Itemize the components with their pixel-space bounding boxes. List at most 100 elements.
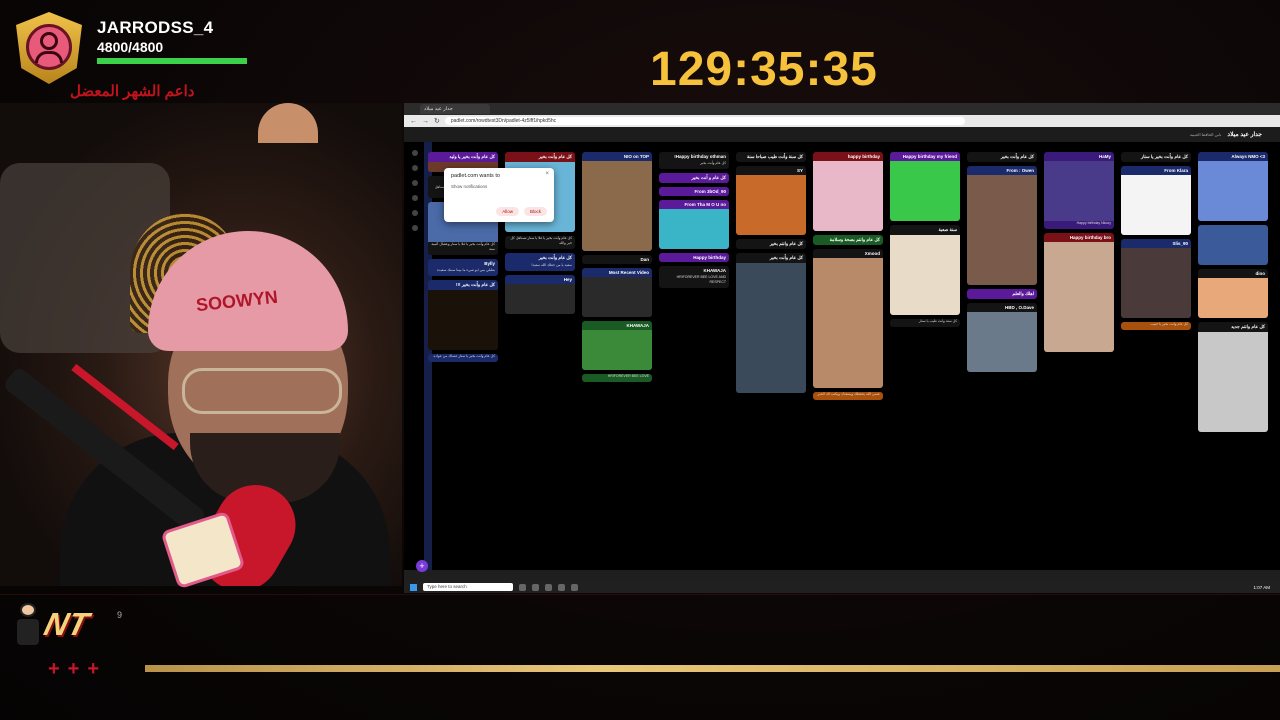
rail-icon[interactable] bbox=[412, 210, 418, 216]
app-icon[interactable] bbox=[532, 583, 539, 591]
post-title: Always NMO <3 bbox=[1231, 154, 1265, 159]
glasses bbox=[182, 368, 342, 414]
rail-icon[interactable] bbox=[412, 225, 418, 231]
post-card[interactable]: happy birthday bbox=[813, 152, 883, 231]
post-text: عسى الله يحفظك ويسعدك ويكتب لك الخير bbox=[817, 392, 880, 396]
browser-window: جدار عيد ميلاد ← → ↻ padlet.com/rowdtest… bbox=[404, 103, 1280, 593]
post-title: كل عام وأنت بخير bbox=[1000, 154, 1034, 159]
post-card[interactable]: dino bbox=[1198, 269, 1268, 318]
post-card[interactable]: كل عام وأنت بخير bbox=[736, 253, 806, 393]
post-title: كل سنة وأنت طيب صباحا سنة bbox=[746, 154, 803, 159]
post-card[interactable]: كل عام وأنت بخير !!! bbox=[428, 280, 498, 350]
post-card[interactable]: كل سنة وانت طيب يا ستار bbox=[890, 319, 960, 327]
post-card[interactable]: سنة صعبة bbox=[890, 225, 960, 315]
post-card[interactable]: كل عام وأنت بخير سعيد يا من جعلك الله سعي… bbox=[505, 253, 575, 271]
post-column: Happy birthday my friend سنة صعبة كل سنة و… bbox=[890, 152, 960, 331]
clock: 1:07 AM bbox=[1253, 584, 1270, 590]
mascot-icon bbox=[14, 603, 44, 663]
browser-tab[interactable]: جدار عيد ميلاد bbox=[420, 104, 490, 114]
post-card[interactable]: HaMy Happy birthday Nkooy bbox=[1044, 152, 1114, 229]
post-card[interactable]: KHAWAJA HRIFOREVER BEE LOVE AND RESPECT bbox=[659, 266, 729, 288]
background-figure bbox=[258, 103, 318, 143]
post-image bbox=[505, 284, 575, 314]
tab-bar: جدار عيد ميلاد bbox=[404, 103, 1280, 115]
post-card[interactable]: عسى الله يحفظك ويسعدك ويكتب لك الخير bbox=[813, 392, 883, 400]
back-icon[interactable]: ← bbox=[410, 118, 417, 125]
post-image bbox=[659, 209, 729, 249]
post-image bbox=[813, 258, 883, 388]
rail-icon[interactable] bbox=[412, 150, 418, 156]
post-title: Most Recent Video bbox=[608, 270, 649, 275]
post-card[interactable]: كل عام وأنت بخير bbox=[967, 152, 1037, 162]
post-card[interactable]: كل عام وانتم بخير bbox=[736, 239, 806, 249]
post-columns: كل عام وأنت بخير يا وليدCQكل عام وأنت بخ… bbox=[428, 152, 1278, 570]
post-title: From Tha M O U no bbox=[684, 202, 727, 207]
post-column: كل عام وأنت بخير From : Owen اهلك والعلم HB… bbox=[967, 152, 1037, 376]
reload-icon[interactable]: ↻ bbox=[434, 117, 440, 125]
post-text: كل سنة وانت طيب يا ستار bbox=[918, 319, 957, 323]
post-card[interactable]: SY bbox=[736, 166, 806, 235]
post-image bbox=[1198, 332, 1268, 432]
post-card[interactable]: Most Recent Video bbox=[582, 268, 652, 317]
post-card[interactable]: Happy birthday my friend bbox=[890, 152, 960, 221]
rail-icon[interactable] bbox=[412, 180, 418, 186]
post-card[interactable]: Happy birthday bbox=[659, 253, 729, 262]
post-card[interactable]: HBD , O.Dave bbox=[967, 303, 1037, 372]
rail-icon[interactable] bbox=[412, 165, 418, 171]
post-title: NIO on TOP bbox=[623, 154, 649, 159]
post-card[interactable]: كل عام وانتم جديد bbox=[1198, 322, 1268, 432]
hp-text: 4800/4800 bbox=[97, 39, 164, 55]
countdown-timer: 129:35:35 bbox=[650, 43, 878, 96]
post-title: KHAWAJA bbox=[626, 323, 649, 328]
post-title: كل عام و أنت بخير bbox=[691, 175, 727, 180]
post-card[interactable]: كل عام وانت بخير يا حبيب bbox=[1121, 322, 1191, 330]
post-image bbox=[1044, 161, 1114, 221]
forward-icon[interactable]: → bbox=[422, 118, 429, 125]
post-card[interactable]: Slis_90 bbox=[1121, 239, 1191, 318]
post-card[interactable]: NIO on TOP bbox=[582, 152, 652, 251]
post-card[interactable]: From Klara bbox=[1121, 166, 1191, 235]
post-card[interactable]: كل عام وأنت بخير يا ستار bbox=[1121, 152, 1191, 162]
post-card[interactable]: كل عام وأنت بخير يا ستار عساك من عواده bbox=[428, 354, 498, 362]
post-card[interactable]: Happy birthday bro bbox=[1044, 233, 1114, 352]
post-title: Happy birthday my friend bbox=[902, 154, 957, 159]
post-card[interactable]: HRIFOREVER BEE LOVE bbox=[582, 374, 652, 382]
allow-button[interactable]: Allow bbox=[496, 207, 519, 216]
add-post-button[interactable]: + bbox=[416, 560, 428, 572]
post-card[interactable]: Xmood bbox=[813, 249, 883, 388]
post-card[interactable]: KHAWAJA bbox=[582, 321, 652, 370]
post-card[interactable]: Bylly بطبلي بس ابو شيء ما بيبتا سنتك سعيد… bbox=[428, 259, 498, 276]
post-card[interactable]: كل سنة وأنت طيب صباحا سنة bbox=[736, 152, 806, 162]
post-card[interactable]: From Tha M O U no bbox=[659, 200, 729, 249]
post-title: From Klara bbox=[1164, 168, 1188, 173]
post-card[interactable]: From 3bOd_90 bbox=[659, 187, 729, 196]
url-input[interactable]: padlet.com/rowdtest3Dn/padlet-4z5lff1ihp… bbox=[444, 117, 965, 125]
side-rail bbox=[408, 150, 422, 560]
app-icon[interactable] bbox=[545, 583, 552, 591]
app-icon[interactable] bbox=[571, 583, 578, 591]
post-card[interactable]: Happy birthday othman! كل عام وأنت بخير bbox=[659, 152, 729, 169]
post-card[interactable]: كل عام و أنت بخير bbox=[659, 173, 729, 183]
post-card[interactable]: اهلك والعلم bbox=[967, 289, 1037, 299]
app-icon[interactable] bbox=[558, 583, 565, 591]
windows-icon[interactable] bbox=[410, 583, 417, 591]
post-card[interactable] bbox=[1198, 225, 1268, 265]
post-card[interactable]: Hey bbox=[505, 275, 575, 314]
post-card[interactable]: كل عام وأنت بخير يا غلا يا ستار تستاهل ك… bbox=[505, 236, 575, 249]
logo-text: NT bbox=[40, 606, 93, 642]
app-icon[interactable] bbox=[519, 583, 526, 591]
close-icon[interactable]: × bbox=[545, 171, 549, 177]
post-image bbox=[582, 161, 652, 251]
post-title: HBD , O.Dave bbox=[1004, 305, 1034, 310]
post-title: كل عام وانتم جديد bbox=[1231, 324, 1265, 329]
post-card[interactable]: Always NMO <3 bbox=[1198, 152, 1268, 221]
rail-icon[interactable] bbox=[412, 195, 418, 201]
post-card[interactable]: كل عام وانتم بصحة وسلامة bbox=[813, 235, 883, 245]
post-column: NIO on TOP Dan Most Recent Video KHAWAJA HRI… bbox=[582, 152, 652, 386]
post-card[interactable]: From : Owen bbox=[967, 166, 1037, 285]
post-text: كل عام وانت بخير يا حبيب bbox=[1150, 322, 1188, 326]
post-title: Xmood bbox=[864, 251, 880, 256]
post-card[interactable]: Dan bbox=[582, 255, 652, 264]
taskbar-search[interactable]: Type here to search bbox=[423, 583, 513, 591]
block-button[interactable]: Block bbox=[523, 207, 547, 216]
